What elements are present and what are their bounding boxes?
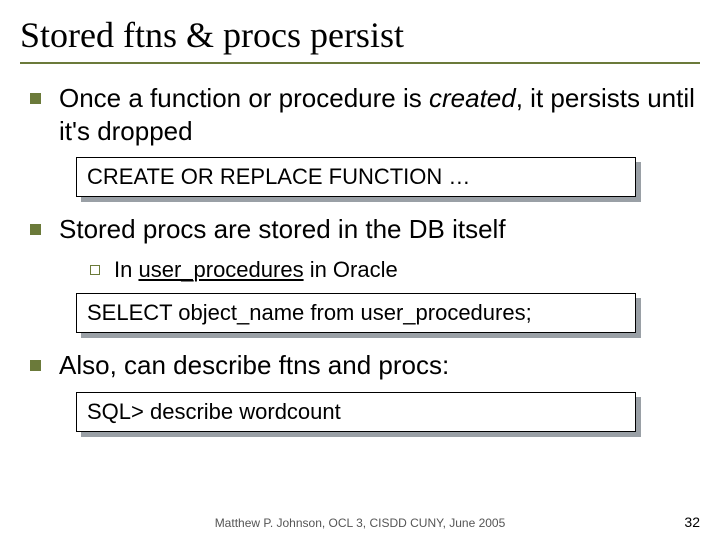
bullet-text: Once a function or procedure is created,… [59,82,700,147]
bullet-item: Stored procs are stored in the DB itself [30,213,700,246]
code-box: SELECT object_name from user_procedures; [76,293,636,333]
sub-bullet-icon [90,265,100,275]
text-span: Once a function or procedure is [59,83,429,113]
code-text: CREATE OR REPLACE FUNCTION … [76,157,636,197]
slide: Stored ftns & procs persist Once a funct… [0,0,720,540]
bullet-text: Stored procs are stored in the DB itself [59,213,506,246]
underline-span: user_procedures [138,257,303,282]
sub-bullet-text: In user_procedures in Oracle [114,256,398,284]
bullet-icon [30,360,41,371]
code-box: SQL> describe wordcount [76,392,636,432]
page-number: 32 [684,514,700,530]
code-text: SQL> describe wordcount [76,392,636,432]
text-span: In [114,257,138,282]
footer-text: Matthew P. Johnson, OCL 3, CISDD CUNY, J… [0,516,720,530]
bullet-icon [30,93,41,104]
emphasis-span: created [429,83,516,113]
bullet-item: Once a function or procedure is created,… [30,82,700,147]
slide-title: Stored ftns & procs persist [20,12,700,64]
code-box: CREATE OR REPLACE FUNCTION … [76,157,636,197]
code-text: SELECT object_name from user_procedures; [76,293,636,333]
bullet-item: Also, can describe ftns and procs: [30,349,700,382]
text-span: in Oracle [304,257,398,282]
sub-bullet-item: In user_procedures in Oracle [90,256,700,284]
bullet-icon [30,224,41,235]
bullet-text: Also, can describe ftns and procs: [59,349,449,382]
